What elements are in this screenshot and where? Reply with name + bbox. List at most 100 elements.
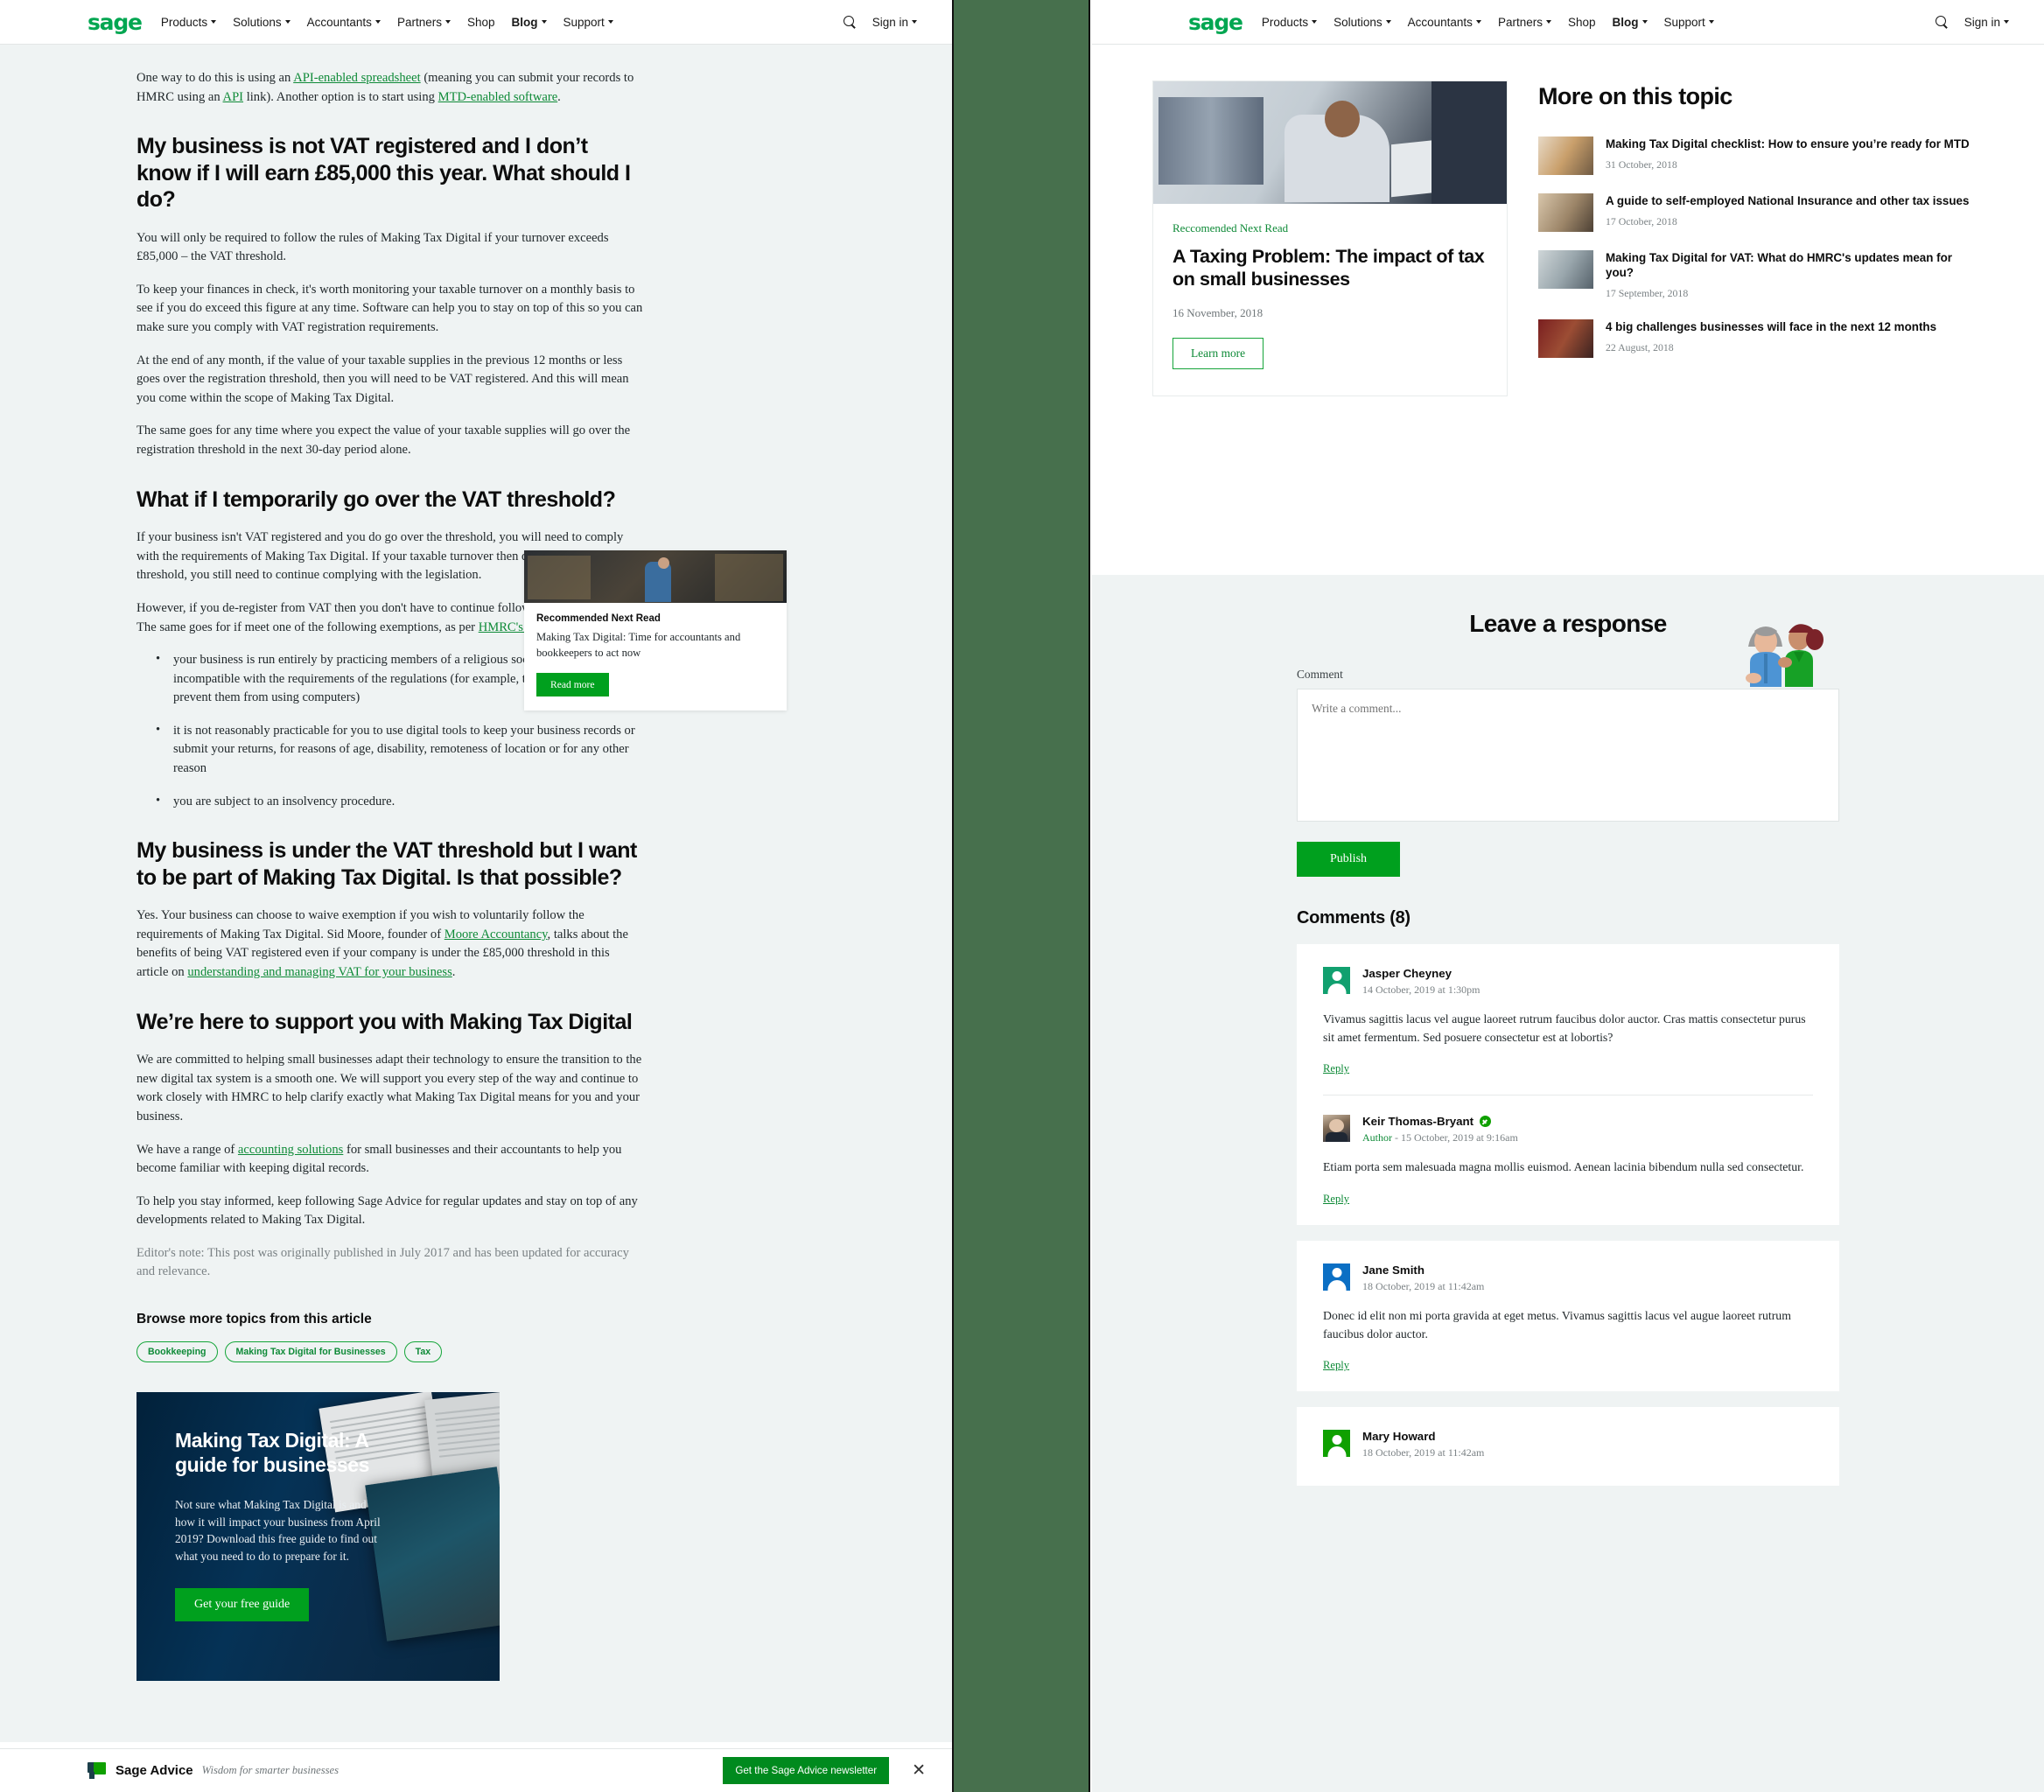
paragraph-7: Yes. Your business can choose to waive e… <box>136 906 644 982</box>
avatar <box>1323 967 1350 994</box>
comment-card: Mary Howard 18 October, 2019 at 11:42am <box>1297 1407 1839 1487</box>
nav-label: Blog <box>511 15 538 29</box>
list-item[interactable]: 4 big challenges businesses will face in… <box>1538 319 1983 359</box>
chevron-down-icon <box>1312 20 1318 24</box>
nav-item-accountants[interactable]: Accountants <box>307 16 381 29</box>
nav-item-partners[interactable]: Partners <box>1498 16 1551 29</box>
nav-item-support[interactable]: Support <box>564 16 613 29</box>
chevron-down-icon <box>284 20 290 24</box>
article-thumbnail <box>1538 319 1593 359</box>
get-free-guide-button[interactable]: Get your free guide <box>175 1587 310 1621</box>
reply-link[interactable]: Reply <box>1323 1193 1349 1206</box>
next-read-date: 16 November, 2018 <box>1172 306 1264 320</box>
comment-card: Jane Smith 18 October, 2019 at 11:42am D… <box>1297 1241 1839 1392</box>
link-mtd-enabled-software[interactable]: MTD-enabled software <box>438 90 558 104</box>
nav-item-solutions[interactable]: Solutions <box>233 16 290 29</box>
nav-label: Products <box>1261 15 1309 29</box>
article-thumbnail <box>1538 250 1593 289</box>
nav-item-partners[interactable]: Partners <box>397 16 451 29</box>
nav-item-support[interactable]: Support <box>1664 16 1714 29</box>
site-nav-left: sage Products Solutions Accountants Part… <box>0 0 952 44</box>
list-item[interactable]: Making Tax Digital checklist: How to ens… <box>1538 136 1983 175</box>
author-name-text: Jasper Cheyney <box>1362 967 1452 980</box>
comment-timestamp: 18 October, 2019 at 11:42am <box>1362 1446 1485 1460</box>
bottom-bar-actions-left: Get the Sage Advice newsletter ✕ <box>723 1757 926 1784</box>
clothes-rack-icon <box>1158 97 1264 185</box>
heading-temporarily-over-threshold: What if I temporarily go over the VAT th… <box>136 486 616 512</box>
screenshot-stage: sage Products Solutions Accountants Part… <box>0 0 2044 1792</box>
reply-link[interactable]: Reply <box>1323 1359 1349 1372</box>
comment-body: Vivamus sagittis lacus vel augue laoreet… <box>1323 1012 1806 1044</box>
paragraph-4: The same goes for any time where you exp… <box>136 424 631 458</box>
list-item[interactable]: A guide to self-employed National Insura… <box>1538 193 1983 232</box>
link-api-enabled-spreadsheet[interactable]: API-enabled spreadsheet <box>293 71 420 85</box>
nav-item-accountants[interactable]: Accountants <box>1408 16 1481 29</box>
chevron-down-icon <box>1475 20 1481 24</box>
next-read-card[interactable]: Reccomended Next Read A Taxing Problem: … <box>1153 81 1507 396</box>
nav-item-solutions[interactable]: Solutions <box>1334 16 1391 29</box>
nav-right-group: Sign in <box>843 15 917 29</box>
nav-item-shop[interactable]: Shop <box>1568 16 1596 29</box>
search-icon[interactable] <box>1935 15 1949 29</box>
link-accounting-solutions[interactable]: accounting solutions <box>238 1143 343 1157</box>
nav-item-blog[interactable]: Blog <box>512 16 547 29</box>
floating-card-image <box>524 550 787 603</box>
comment-input[interactable] <box>1297 689 1839 822</box>
nav-item-products[interactable]: Products <box>1261 15 1318 29</box>
more-on-topic-heading: More on this topic <box>1538 83 1732 109</box>
link-api[interactable]: API <box>223 90 244 104</box>
person-head-icon <box>1325 101 1360 137</box>
sign-in-button[interactable]: Sign in <box>1964 16 2009 29</box>
nav-item-shop[interactable]: Shop <box>467 16 495 29</box>
sage-logo[interactable]: sage <box>88 11 143 33</box>
read-more-button[interactable]: Read more <box>536 672 609 696</box>
nav-item-products[interactable]: Products <box>161 16 217 29</box>
nav-right-group: Sign in <box>1935 15 2009 29</box>
p9-text-1: We have a range of <box>136 1142 238 1157</box>
nav-label: Shop <box>466 15 495 29</box>
author-name-text: Mary Howard <box>1362 1430 1436 1444</box>
tag-mtd-for-businesses[interactable]: Making Tax Digital for Businesses <box>224 1341 397 1363</box>
article-title: A guide to self-employed National Insura… <box>1606 194 1970 207</box>
nav-item-blog[interactable]: Blog <box>1613 16 1648 29</box>
chevron-down-icon <box>541 20 547 24</box>
search-icon[interactable] <box>843 15 857 29</box>
comment-header: Keir Thomas-Bryant Author - 15 October, … <box>1323 1115 1813 1144</box>
promo-banner[interactable]: Making Tax Digital: A guide for business… <box>136 1392 500 1682</box>
paragraph-3: At the end of any month, if the value of… <box>136 353 629 405</box>
newsletter-button[interactable]: Get the Sage Advice newsletter <box>723 1757 890 1784</box>
publish-button[interactable]: Publish <box>1297 842 1401 877</box>
chevron-down-icon <box>1708 20 1714 24</box>
comment-header: Jane Smith 18 October, 2019 at 11:42am <box>1323 1264 1813 1293</box>
close-icon[interactable]: ✕ <box>912 1762 926 1779</box>
article-title: Making Tax Digital for VAT: What do HMRC… <box>1606 251 1952 280</box>
nav-links: Products Solutions Accountants Partners … <box>1262 16 1714 29</box>
list-item: you are subject to an insolvency procedu… <box>156 792 644 812</box>
link-understanding-managing-vat[interactable]: understanding and managing VAT for your … <box>187 965 452 979</box>
related-content-row: Reccomended Next Read A Taxing Problem: … <box>1092 45 2044 396</box>
link-moore-accountancy[interactable]: Moore Accountancy <box>444 928 548 942</box>
timestamp-text: - 15 October, 2019 at 9:16am <box>1392 1131 1518 1144</box>
tag-tax[interactable]: Tax <box>403 1341 443 1363</box>
sign-in-button[interactable]: Sign in <box>872 16 917 29</box>
floating-recommended-card[interactable]: Recommended Next Read Making Tax Digital… <box>524 550 787 710</box>
article-text: A guide to self-employed National Insura… <box>1606 193 1969 232</box>
nav-label: Support <box>1663 15 1705 29</box>
next-read-kicker: Reccomended Next Read <box>1172 221 1289 234</box>
learn-more-button[interactable]: Learn more <box>1172 338 1264 370</box>
tag-bookkeeping[interactable]: Bookkeeping <box>136 1341 218 1363</box>
sage-logo[interactable]: sage <box>1188 11 1243 33</box>
article-date: 22 August, 2018 <box>1606 341 1674 354</box>
intro-text-3: link). Another option is to start using <box>243 89 438 104</box>
next-read-image <box>1153 81 1507 204</box>
sage-advice-speech-bubble-icon <box>88 1761 107 1780</box>
chevron-down-icon <box>1385 20 1391 24</box>
comment-author-name: Mary Howard <box>1362 1430 1484 1443</box>
chevron-down-icon <box>444 20 451 24</box>
more-on-this-topic: More on this topic Making Tax Digital ch… <box>1538 81 1983 396</box>
reply-link[interactable]: Reply <box>1323 1062 1349 1075</box>
sign-in-label: Sign in <box>1964 15 2000 29</box>
nav-links: Products Solutions Accountants Partners … <box>161 16 613 29</box>
editors-note: Editor's note: This post was originally … <box>136 1245 629 1279</box>
list-item[interactable]: Making Tax Digital for VAT: What do HMRC… <box>1538 250 1983 301</box>
